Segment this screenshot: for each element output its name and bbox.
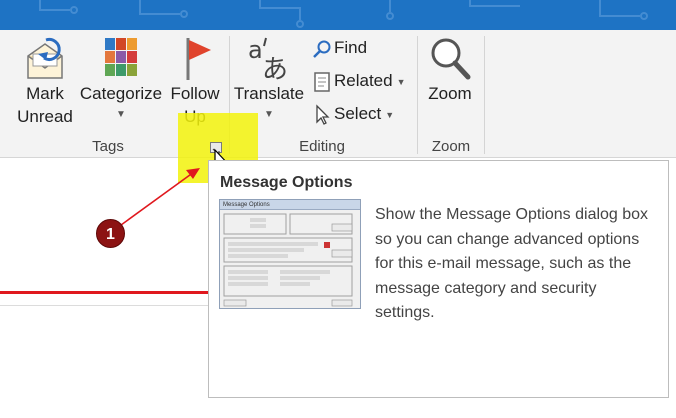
color-grid-icon [105,38,137,76]
select-button[interactable]: Select ▼ [312,102,394,126]
dialog-launcher-icon [212,148,220,156]
dialog-launcher-button[interactable] [210,142,222,156]
find-label: Find [334,38,368,57]
gray-divider-line [0,305,208,306]
mark-unread-label-line2: Unread [17,107,73,126]
search-icon [313,40,331,58]
select-label: Select [334,104,382,123]
dialog-thumbnail: Message Options [219,199,361,309]
group-separator [417,36,418,154]
title-bar [0,0,676,30]
group-separator [484,36,485,154]
ribbon: Mark Unread Categorize ▼ Follow Up Tags … [0,30,676,179]
tags-group-label: Tags [92,138,124,155]
tooltip-title: Message Options [220,174,353,191]
related-label: Related [334,71,393,90]
document-icon [314,71,330,92]
find-button[interactable]: Find [312,36,367,60]
red-divider-line [0,291,208,294]
mark-unread-button[interactable]: Mark Unread [14,34,76,128]
translate-icon: a あ [248,36,288,82]
tooltip-description: Show the Message Options dialog box so y… [375,206,649,321]
zoom-button[interactable]: Zoom [422,34,478,105]
envelope-refresh-icon [27,37,63,79]
cursor-icon [316,103,330,125]
follow-up-label-line1: Follow [170,84,220,103]
translate-button[interactable]: a あ Translate ▼ [232,34,306,121]
zoom-label: Zoom [428,84,472,103]
related-button[interactable]: Related ▼ [312,69,406,93]
categorize-button[interactable]: Categorize ▼ [78,34,164,121]
mark-unread-label-line1: Mark [26,84,64,103]
select-dropdown-caret: ▼ [385,109,395,120]
step-number-badge: 1 [96,219,125,248]
editing-group-label: Editing [299,138,345,155]
related-dropdown-caret: ▼ [396,76,406,87]
red-flag-icon [186,38,211,80]
translate-label: Translate [233,84,305,103]
svg-text:a: a [248,36,263,64]
svg-text:あ: あ [262,55,288,82]
zoom-group-label: Zoom [431,138,471,155]
circuit-pattern-decoration [39,0,648,28]
categorize-dropdown-caret: ▼ [116,109,126,120]
thumbnail-titlebar: Message Options [220,200,360,210]
message-options-tooltip: Message Options Message Options Show the… [208,160,669,398]
thumbnail-dialog-contents [223,213,353,307]
categorize-label: Categorize [79,84,163,103]
magnifier-icon [431,38,471,80]
